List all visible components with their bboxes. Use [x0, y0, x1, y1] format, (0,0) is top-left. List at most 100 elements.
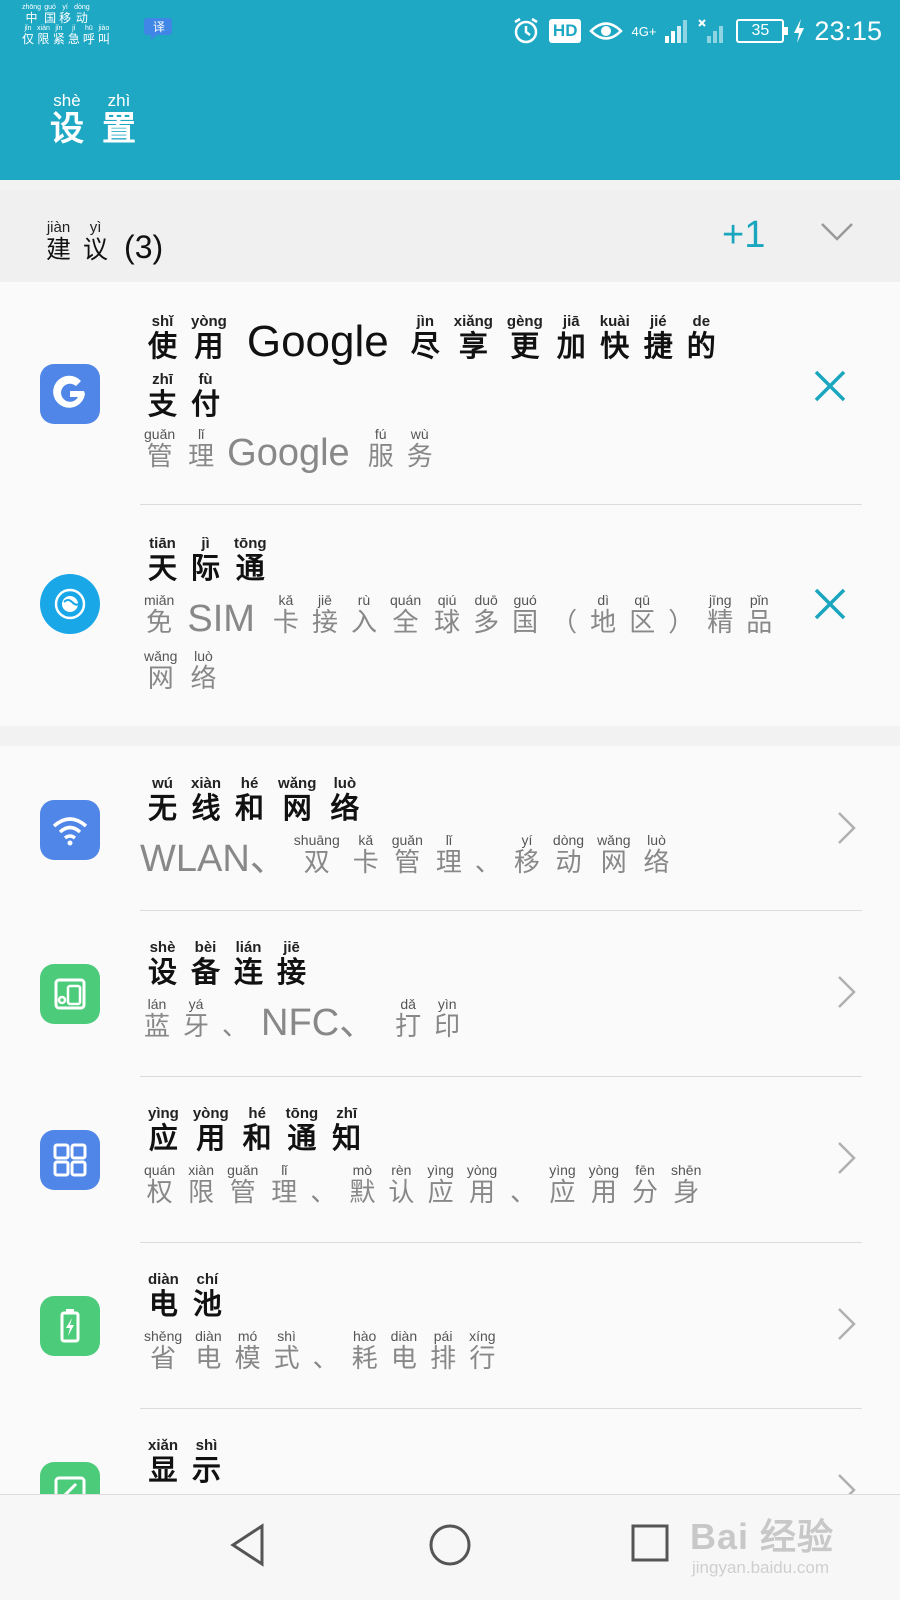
hanzi-char: 务wù: [406, 426, 433, 472]
settings-list: 无wú 线xiàn 和hé 网wǎng 络luò WLAN、 双shuāng 卡kǎ 管guǎ…: [0, 746, 900, 1494]
chevron-right-icon: [838, 1142, 856, 1174]
settings-item-title: 电diàn 池chí: [148, 1271, 236, 1321]
hanzi-char: 捷jié: [643, 313, 673, 363]
wifi-icon: [40, 800, 100, 860]
hanzi-char: 电diàn: [390, 1328, 418, 1374]
hanzi-char: 入rù: [350, 592, 377, 638]
clock: 23:15: [814, 15, 882, 46]
translate-bubble-icon[interactable]: 译: [144, 16, 174, 42]
suggestion-title: 天tiān 际jì 通tōng: [148, 535, 281, 585]
suggestion-subtitle: 管guǎn 理lǐ Google 服fú 务wù: [144, 426, 446, 472]
hanzi-char: 网wǎng: [278, 775, 317, 825]
hanzi-char: 际jì: [191, 535, 221, 585]
hanzi-char: 精jīng: [707, 592, 734, 638]
hanzi-char: 络luò: [643, 832, 670, 878]
hanzi-char: 行xíng: [469, 1328, 496, 1374]
settings-item-wireless[interactable]: 无wú 线xiàn 和hé 网wǎng 络luò WLAN、 双shuāng 卡kǎ 管guǎ…: [0, 746, 900, 910]
hanzi-char: 接jiē: [277, 939, 307, 989]
suggestions-card: 使shǐ 用yòng Google 尽jìn 享xiǎng 更gèng 加jiā 快kuài 捷…: [0, 282, 900, 726]
hanzi-char: 、: [510, 1178, 537, 1208]
hanzi-char: 连lián: [234, 939, 264, 989]
back-icon[interactable]: [228, 1523, 268, 1567]
google-g-icon: [40, 364, 100, 424]
hanzi-char: 无wú: [148, 775, 178, 825]
settings-item-apps[interactable]: 应yìng 用yòng 和hé 通tōng 知zhī 权quán 限xiàn 管guǎn 理l…: [0, 1076, 900, 1242]
recent-apps-icon[interactable]: [630, 1523, 670, 1563]
hanzi-char: 网wǎng: [597, 832, 631, 878]
hanzi-char: 球qiú: [434, 592, 461, 638]
hanzi-char: 应yìng: [427, 1162, 454, 1208]
settings-item-battery[interactable]: 电diàn 池chí 省shěng 电diàn 模mó 式shì 、 耗hào 电diàn 排…: [0, 1242, 900, 1408]
hanzi-char: 、: [312, 1344, 339, 1374]
hanzi-char: 议yì: [83, 219, 109, 264]
hanzi-char: 分fēn: [632, 1162, 659, 1208]
hanzi-char: 管guǎn: [144, 426, 176, 472]
hanzi-char: 模mó: [234, 1328, 261, 1374]
hanzi-char: 电diàn: [148, 1271, 179, 1321]
battery-indicator: 35: [736, 19, 789, 43]
hanzi-char: 和hé: [235, 775, 265, 825]
settings-item-title: 显xiǎn 示shì: [148, 1437, 235, 1485]
hanzi-char: 呼hū: [82, 24, 95, 46]
hanzi-char: 快kuài: [599, 313, 630, 363]
display-icon: [40, 1462, 100, 1494]
settings-item-device-connection[interactable]: 设shè 备bèi 连lián 接jiē 蓝lán 牙yá 、 NFC、 打dǎ 印yìn: [0, 910, 900, 1076]
chevron-down-icon[interactable]: [820, 222, 854, 242]
hanzi-char: 全quán: [389, 592, 422, 638]
more-suggestions-count[interactable]: +1: [722, 214, 765, 257]
hanzi-char: 理lǐ: [271, 1162, 298, 1208]
hanzi-char: 叫jiào: [97, 24, 110, 46]
hanzi-char: 通tōng: [285, 1105, 319, 1155]
hanzi-char: 限xiàn: [188, 1162, 215, 1208]
app-header: 中zhōng国guó移yí动dòng 仅jǐn限xiàn紧jǐn急jí呼hū叫j…: [0, 0, 900, 180]
hanzi-char: 管guǎn: [391, 832, 423, 878]
google-word: Google: [246, 317, 389, 366]
alarm-icon: [514, 17, 538, 44]
hanzi-char: 卡kǎ: [352, 832, 379, 878]
nfc-word: NFC、: [261, 1002, 378, 1044]
hanzi-char: 的de: [686, 313, 716, 363]
hanzi-char: 用yòng: [191, 313, 227, 363]
hanzi-char: 动dòng: [552, 832, 585, 878]
hanzi-char: 、: [222, 1012, 249, 1042]
hanzi-char: 耗hào: [351, 1328, 378, 1374]
home-icon[interactable]: [428, 1523, 472, 1567]
network-type-label: 4G+: [631, 23, 657, 39]
translate-glyph: 译: [153, 20, 165, 34]
apps-grid-icon: [40, 1130, 100, 1190]
chevron-right-icon: [838, 812, 856, 844]
hanzi-char: 网wǎng: [144, 648, 178, 694]
hanzi-char: 使shǐ: [148, 313, 178, 363]
hanzi-char: 移yí: [513, 832, 540, 878]
hanzi-char: 国guó: [44, 4, 57, 25]
suggestions-title-text: 建jiàn 议yì: [46, 219, 120, 264]
hanzi-char: 用yòng: [192, 1105, 229, 1155]
hanzi-char: 池chí: [192, 1271, 222, 1321]
suggestion-google-pay[interactable]: 使shǐ 用yòng Google 尽jìn 享xiǎng 更gèng 加jiā 快kuài 捷…: [0, 282, 900, 506]
settings-item-display[interactable]: 显xiǎn 示shì: [0, 1408, 900, 1494]
settings-item-title: 设shè 备bèi 连lián 接jiē: [148, 939, 320, 989]
hanzi-char: 卡kǎ: [272, 592, 299, 638]
hanzi-char: 管guǎn: [227, 1162, 259, 1208]
settings-item-subtitle: 蓝lán 牙yá 、 NFC、 打dǎ 印yìn: [144, 996, 473, 1044]
charging-bolt-icon: [794, 19, 805, 43]
eye-comfort-icon: [589, 22, 624, 40]
watermark-url: jingyan.baidu.com: [692, 1558, 830, 1577]
suggestions-header[interactable]: 建jiàn 议yì (3) +1: [0, 190, 900, 282]
hanzi-char: （: [551, 608, 578, 638]
globe-icon: [40, 574, 100, 634]
hanzi-char: 天tiān: [148, 535, 178, 585]
hanzi-char: 加jiā: [556, 313, 586, 363]
hanzi-char: 身shēn: [671, 1162, 702, 1208]
baidu-watermark: Bai 经验: [690, 1516, 835, 1557]
hanzi-char: 中zhōng: [22, 4, 42, 25]
suggestion-skytone[interactable]: 天tiān 际jì 通tōng 免miǎn SIM 卡kǎ 接jiē 入rù 全quán 球qi…: [0, 506, 900, 712]
dismiss-suggestion-icon[interactable]: [812, 368, 848, 404]
battery-icon: [40, 1296, 100, 1356]
hanzi-char: 多duō: [473, 592, 500, 638]
dismiss-suggestion-icon[interactable]: [812, 586, 848, 622]
hanzi-char: 应yìng: [549, 1162, 576, 1208]
chevron-right-icon: [838, 1474, 856, 1494]
hanzi-char: 和hé: [242, 1105, 272, 1155]
chevron-right-icon: [838, 1308, 856, 1340]
